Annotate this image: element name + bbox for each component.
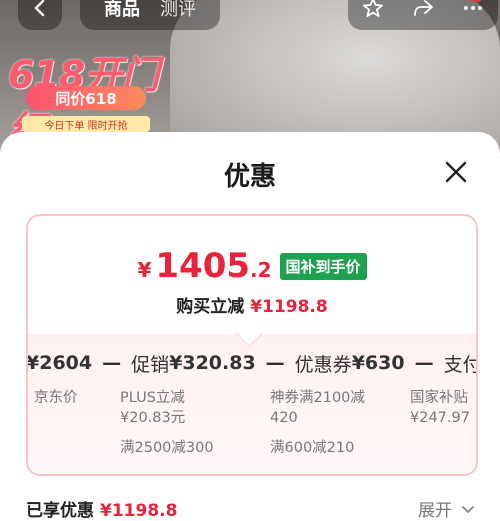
- discount-sheet: 优惠 ¥ 1405 .2 国补到手价 购买立减 ¥1198.8 ¥2604 — 促…: [0, 132, 500, 521]
- tab-review[interactable]: 测评: [150, 0, 206, 21]
- expand-button[interactable]: 展开: [418, 496, 478, 521]
- buy-reduce-amount: ¥1198.8: [250, 297, 328, 317]
- promo-subtitle: 同价618: [26, 86, 146, 110]
- chevron-left-icon: [34, 0, 45, 17]
- enjoyed-label: 已享优惠: [26, 501, 94, 521]
- promo-label: 促销: [131, 353, 170, 376]
- price-decimal: .2: [250, 258, 272, 282]
- expand-label: 展开: [418, 501, 452, 521]
- buy-reduce-label: 购买立减: [176, 297, 245, 317]
- minus-operator: —: [414, 352, 434, 374]
- pay-detail-line: ¥247.97: [410, 410, 470, 426]
- promo-value: ¥320.83: [169, 352, 256, 374]
- back-button[interactable]: [18, 0, 62, 30]
- pay-detail-line: 国家补贴: [410, 390, 468, 406]
- sheet-title: 优惠: [223, 162, 276, 192]
- final-price: ¥ 1405 .2 国补到手价: [28, 246, 476, 286]
- enjoyed-discount: 已享优惠 ¥1198.8: [26, 496, 177, 521]
- promo-detail-line: 满2500减300: [120, 440, 214, 456]
- buy-reduce-row: 购买立减 ¥1198.8: [28, 292, 476, 317]
- pay-discount-label: 支付优惠: [443, 353, 478, 376]
- promo-detail-line: PLUS立减: [120, 390, 185, 406]
- jd-price-value: ¥2604: [26, 352, 93, 374]
- coupon-detail: 神券满2100减 420 满600减210: [270, 388, 365, 458]
- subsidy-price-tag: 国补到手价: [279, 252, 367, 280]
- coupon-item: 优惠券 ¥630: [295, 350, 405, 377]
- top-tabs: 商品 测评: [80, 0, 220, 30]
- coupon-detail-line: 420: [270, 410, 298, 426]
- more-icon[interactable]: [461, 0, 485, 20]
- price-integer: 1405: [155, 246, 251, 286]
- promo-banner[interactable]: 618开门红 同价618 今日下单 限时开抢: [6, 40, 171, 152]
- chevron-down-icon: [462, 505, 474, 513]
- close-button[interactable]: [440, 156, 472, 188]
- tab-product[interactable]: 商品: [94, 0, 150, 21]
- minus-operator: —: [265, 352, 285, 374]
- coupon-detail-line: 满600减210: [270, 440, 355, 456]
- price-currency: ¥: [137, 258, 152, 282]
- price-breakdown: ¥2604 — 促销¥320.83 — 优惠券¥630 — 支付优惠: [26, 348, 478, 378]
- jd-price-caption: 京东价: [34, 390, 78, 406]
- promo-tag: 今日下单 限时开抢: [22, 116, 150, 132]
- pay-detail: 国家补贴 ¥247.97: [410, 388, 476, 428]
- promo-detail: PLUS立减 ¥20.83元 满2500减300: [120, 388, 214, 458]
- close-icon: [445, 161, 467, 183]
- coupon-value: ¥630: [351, 352, 405, 374]
- top-actions: 6: [348, 0, 498, 30]
- coupon-label: 优惠券: [294, 353, 352, 376]
- promo-detail-line: ¥20.83元: [120, 410, 186, 426]
- promo-item: 促销 ¥320.83: [131, 350, 256, 377]
- enjoyed-amount: ¥1198.8: [100, 501, 178, 521]
- star-icon[interactable]: [361, 0, 385, 20]
- share-icon[interactable]: [411, 0, 435, 20]
- price-card: ¥ 1405 .2 国补到手价 购买立减 ¥1198.8 ¥2604 — 促销 ¥3…: [26, 214, 478, 476]
- minus-operator: —: [102, 352, 122, 374]
- coupon-detail-line: 神券满2100减: [270, 390, 365, 406]
